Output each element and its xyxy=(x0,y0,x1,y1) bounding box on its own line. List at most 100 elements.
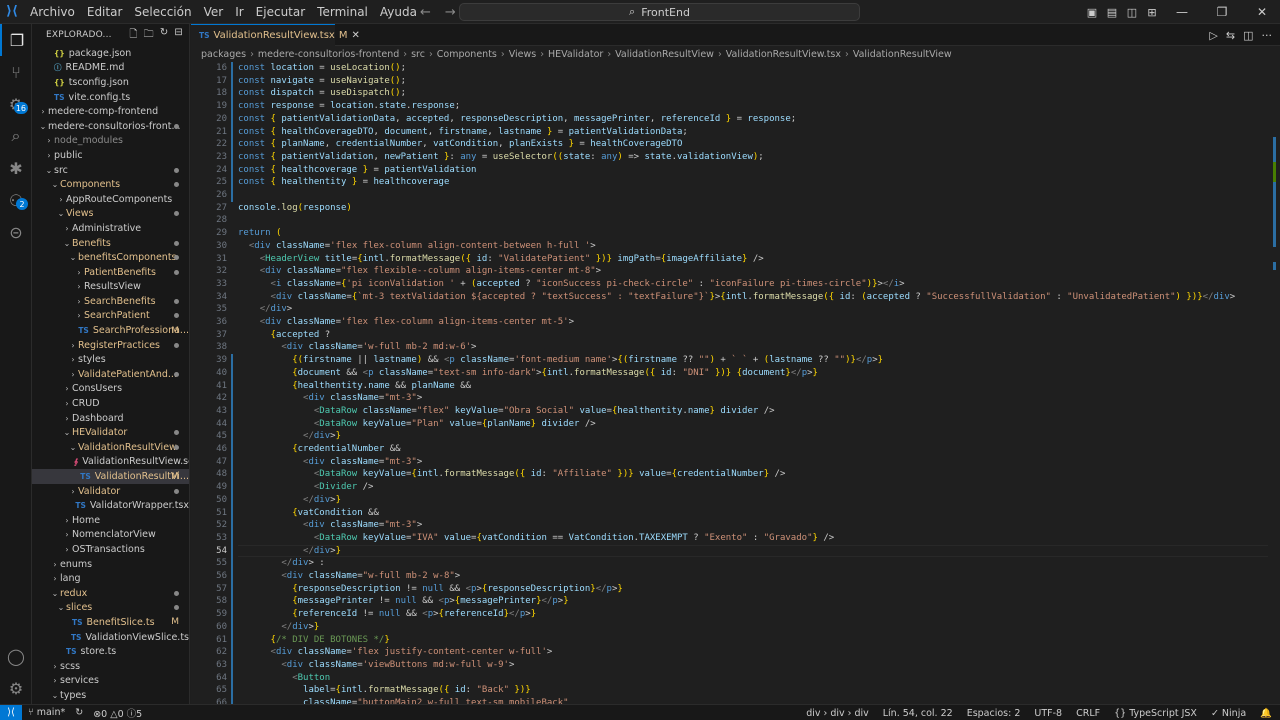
code-line[interactable]: const { healthentity } = healthcoverage xyxy=(238,176,449,189)
tree-file[interactable]: {} package.json xyxy=(32,46,189,61)
breadcrumb-item[interactable]: HEValidator xyxy=(548,49,603,60)
breadcrumb-item[interactable]: ValidationResultView.tsx xyxy=(726,49,841,60)
tree-folder[interactable]: › Administrative xyxy=(32,221,189,236)
code-line[interactable]: {(firstname || lastname) && <p className… xyxy=(238,354,883,367)
refresh-icon[interactable]: ↻ xyxy=(160,27,169,44)
code-line[interactable]: </div> : xyxy=(238,557,324,570)
tree-folder[interactable]: › enums xyxy=(32,557,189,572)
code-line[interactable]: {/* DIV DE BOTONES */} xyxy=(238,634,390,647)
tree-folder[interactable]: › RegisterPractices xyxy=(32,338,189,353)
collapse-all-icon[interactable]: ⊟ xyxy=(174,27,183,44)
tree-folder[interactable]: ⌄ ValidationResultView xyxy=(32,440,189,455)
tree-folder[interactable]: ⌄ benefitsComponents xyxy=(32,250,189,265)
code-line[interactable]: const { healthcoverage } = patientValida… xyxy=(238,164,476,177)
code-line[interactable]: const dispatch = useDispatch(); xyxy=(238,87,406,100)
tree-folder[interactable]: › SearchPatient xyxy=(32,309,189,324)
tree-file[interactable]: TS ValidatorWrapper.tsx xyxy=(32,498,189,513)
code-line[interactable]: const { patientValidation, newPatient }:… xyxy=(238,151,764,164)
tree-file[interactable]: ∮ValidationResultView.scss xyxy=(32,455,189,470)
tree-folder[interactable]: ⌄ types xyxy=(32,688,189,703)
breadcrumb-item[interactable]: src xyxy=(411,49,425,60)
code-line[interactable]: <DataRow keyValue="Plan" value={planName… xyxy=(238,418,596,431)
code-area[interactable]: const location = useLocation(); const nav… xyxy=(238,62,1268,704)
tree-folder[interactable]: › public xyxy=(32,148,189,163)
source-control-icon[interactable]: ⑂ xyxy=(0,56,32,88)
tree-folder[interactable]: › Home xyxy=(32,513,189,528)
tree-folder[interactable]: ⌄ HEValidator xyxy=(32,425,189,440)
tree-folder[interactable]: ⌄ Components xyxy=(32,177,189,192)
tree-folder[interactable]: ⌄ Benefits xyxy=(32,236,189,251)
code-line[interactable]: <div className='flex flex-column align-c… xyxy=(238,240,596,253)
code-line[interactable]: return ( xyxy=(238,227,281,240)
code-line[interactable]: <DataRow keyValue="IVA" value={vatCondit… xyxy=(238,532,834,545)
breadcrumb-item[interactable]: packages xyxy=(201,49,246,60)
code-line[interactable]: const { patientValidationData, accepted,… xyxy=(238,113,796,126)
code-line[interactable]: <HeaderView title={intl.formatMessage({ … xyxy=(238,253,764,266)
branch-indicator[interactable]: ⑂ main* xyxy=(28,707,65,718)
ninja-extension[interactable]: ✓ Ninja xyxy=(1211,708,1246,719)
toggle-secondary-sidebar-icon[interactable]: ◫ xyxy=(1124,4,1140,20)
code-line[interactable]: <div className="w-full mb-2 w-8"> xyxy=(238,570,460,583)
menu-item-selección[interactable]: Selección xyxy=(128,0,197,24)
tree-file[interactable]: {} tsconfig.json xyxy=(32,75,189,90)
compare-icon[interactable]: ⇆ xyxy=(1226,29,1235,42)
indentation[interactable]: Espacios: 2 xyxy=(967,708,1021,719)
end-of-line[interactable]: CRLF xyxy=(1076,708,1100,719)
menu-item-ir[interactable]: Ir xyxy=(229,0,249,24)
tree-folder[interactable]: › scss xyxy=(32,659,189,674)
code-line[interactable]: <div className="mt-3"> xyxy=(238,519,422,532)
minimize-button[interactable]: — xyxy=(1164,0,1200,24)
menu-item-archivo[interactable]: Archivo xyxy=(24,0,81,24)
code-line[interactable]: <Button xyxy=(238,672,330,685)
tree-folder[interactable]: ⌄ slices xyxy=(32,601,189,616)
tree-folder[interactable]: › Validator xyxy=(32,484,189,499)
debug-icon[interactable]: ✱ xyxy=(0,152,32,184)
encoding[interactable]: UTF-8 xyxy=(1034,708,1062,719)
code-line[interactable]: </div>} xyxy=(238,621,319,634)
explorer-icon[interactable]: ❐ xyxy=(0,24,32,56)
code-line[interactable]: {accepted ? xyxy=(238,329,331,342)
close-tab-icon[interactable]: ✕ xyxy=(352,30,360,41)
run-debug-icon[interactable]: ⚙16 xyxy=(0,88,32,120)
code-line[interactable]: <div className='viewButtons md:w-full w-… xyxy=(238,659,514,672)
code-line[interactable]: {messagePrinter != null && <p>{messagePr… xyxy=(238,595,568,608)
tree-file[interactable]: TS BenefitSlice.ts M xyxy=(32,615,189,630)
remote-explorer-icon[interactable]: ⊝ xyxy=(0,216,32,248)
command-center-search[interactable]: ⌕ FrontEnd xyxy=(459,3,860,21)
tree-folder[interactable]: › styles xyxy=(32,352,189,367)
code-line[interactable]: </div> xyxy=(238,303,293,316)
tree-folder[interactable]: › ValidatePatientAnd... xyxy=(32,367,189,382)
code-line[interactable]: <i className={'pi iconValidation ' + (ac… xyxy=(238,278,905,291)
tree-folder[interactable]: › OSTransactions xyxy=(32,542,189,557)
notifications-bell-icon[interactable]: 🔔 xyxy=(1260,708,1272,719)
problems-indicator[interactable]: ⊗0 △0 ⓘ5 xyxy=(93,706,142,720)
code-line[interactable]: <div className="mt-3"> xyxy=(238,392,422,405)
menu-item-ayuda[interactable]: Ayuda xyxy=(374,0,423,24)
code-line[interactable]: <div className='w-full mb-2 md:w-6'> xyxy=(238,341,476,354)
code-line[interactable]: <Divider /> xyxy=(238,481,374,494)
tree-folder[interactable]: › ConsUsers xyxy=(32,382,189,397)
cursor-position[interactable]: Lín. 54, col. 22 xyxy=(883,708,953,719)
tree-folder[interactable]: › medere-comp-frontend xyxy=(32,104,189,119)
code-line[interactable]: <DataRow keyValue={intl.formatMessage({ … xyxy=(238,468,786,481)
back-arrow-icon[interactable]: ← xyxy=(420,5,431,20)
code-line[interactable]: </div>} xyxy=(238,494,341,507)
menu-item-editar[interactable]: Editar xyxy=(81,0,129,24)
code-line[interactable]: <div className='flex justify-content-cen… xyxy=(238,646,553,659)
tree-folder[interactable]: ⌄ src xyxy=(32,163,189,178)
breadcrumb-item[interactable]: ValidationResultView xyxy=(615,49,714,60)
settings-gear-icon[interactable]: ⚙ xyxy=(0,672,32,704)
new-file-icon[interactable]: 🗋 xyxy=(129,27,137,44)
code-line[interactable]: className="buttonMain2 w-full text-sm mo… xyxy=(238,697,569,704)
menu-item-ejecutar[interactable]: Ejecutar xyxy=(250,0,312,24)
code-line[interactable]: </div>} xyxy=(238,430,341,443)
run-icon[interactable]: ▷ xyxy=(1209,29,1217,42)
menu-item-terminal[interactable]: Terminal xyxy=(311,0,374,24)
toggle-sidebar-icon[interactable]: ▣ xyxy=(1084,4,1100,20)
breadcrumb-item[interactable]: Components xyxy=(437,49,497,60)
code-line[interactable]: const navigate = useNavigate(); xyxy=(238,75,406,88)
element-path[interactable]: div › div › div xyxy=(806,708,869,719)
tree-folder[interactable]: › AppRouteComponents xyxy=(32,192,189,207)
tree-folder[interactable]: › CRUD xyxy=(32,396,189,411)
more-actions-icon[interactable]: ··· xyxy=(1262,29,1273,42)
